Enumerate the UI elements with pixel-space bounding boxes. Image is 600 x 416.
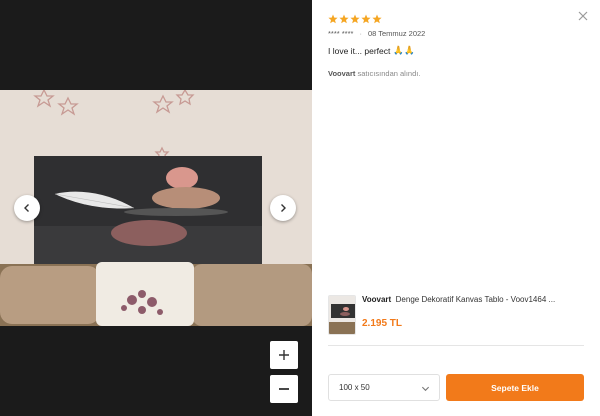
- product-price: 2.195 TL: [362, 318, 403, 329]
- product-title[interactable]: Voovart Denge Dekoratif Kanvas Tablo - V…: [362, 295, 584, 304]
- review-emoji: 🙏🙏: [393, 45, 415, 55]
- seller-suffix: satıcısından alındı.: [357, 69, 421, 78]
- next-image-button[interactable]: [270, 195, 296, 221]
- divider: [328, 345, 584, 346]
- product-brand: Voovart: [362, 295, 392, 304]
- previous-image-button[interactable]: [14, 195, 40, 221]
- review-photo: [0, 90, 312, 326]
- star-icon: [361, 14, 371, 24]
- review-body: I love it... perfect: [328, 45, 391, 56]
- review-meta: **** **** · 08 Temmuz 2022: [328, 29, 425, 38]
- product-card[interactable]: Voovart Denge Dekoratif Kanvas Tablo - V…: [328, 291, 584, 339]
- product-thumbnail[interactable]: [328, 295, 356, 335]
- review-panel: **** **** · 08 Temmuz 2022 I love it... …: [312, 0, 600, 416]
- close-button[interactable]: [576, 9, 590, 23]
- meta-separator: ·: [359, 29, 362, 38]
- chevron-left-icon: [24, 204, 29, 212]
- star-icon: [339, 14, 349, 24]
- reviewer-name: **** ****: [328, 29, 354, 38]
- star-rating: [328, 14, 382, 24]
- zoom-in-button[interactable]: [270, 341, 298, 369]
- seller-name[interactable]: Voovart: [328, 69, 355, 78]
- chevron-right-icon: [281, 204, 286, 212]
- size-select[interactable]: 100 x 50: [328, 374, 440, 401]
- chevron-down-icon: [421, 386, 430, 392]
- star-icon: [372, 14, 382, 24]
- close-icon: [578, 11, 588, 21]
- review-text: I love it... perfect 🙏🙏: [328, 45, 415, 56]
- seller-info: Voovart satıcısından alındı.: [328, 69, 420, 78]
- size-select-value: 100 x 50: [339, 383, 370, 392]
- review-date: 08 Temmuz 2022: [367, 29, 426, 38]
- add-to-cart-button[interactable]: Sepete Ekle: [446, 374, 584, 401]
- minus-icon: [279, 388, 289, 390]
- zoom-out-button[interactable]: [270, 375, 298, 403]
- product-name: Denge Dekoratif Kanvas Tablo - Voov1464 …: [395, 295, 556, 304]
- plus-icon: [279, 350, 289, 360]
- image-viewer: [0, 0, 312, 416]
- star-icon: [350, 14, 360, 24]
- star-icon: [328, 14, 338, 24]
